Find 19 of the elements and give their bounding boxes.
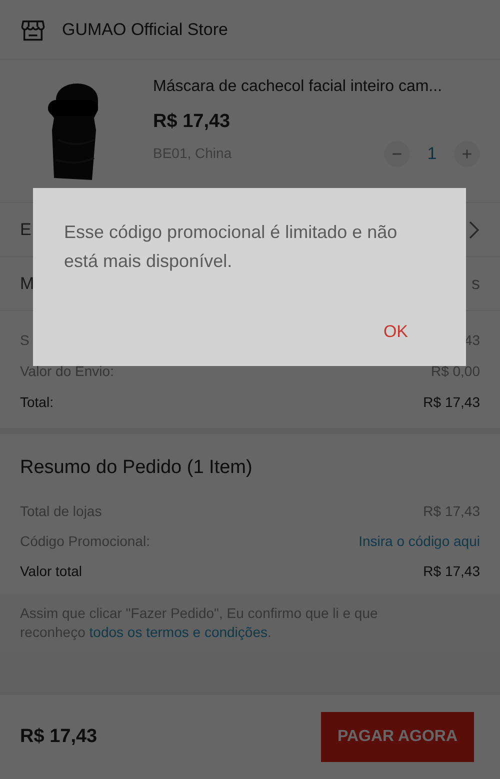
section-title: Resumo do Pedido (1 Item) [20, 456, 252, 480]
quantity-value: 1 [426, 142, 438, 165]
pay-now-button[interactable]: PAGAR AGORA [321, 712, 474, 762]
dialog-message: Esse código promocional é limitado e não está mais disponível. [64, 221, 398, 273]
promo-code-link[interactable]: Insira o código aqui [358, 530, 480, 552]
decrease-button[interactable]: − [384, 140, 410, 166]
row-value: R$ 17,43 [423, 393, 480, 412]
row-label: Valor total [20, 562, 82, 580]
row-value: R$ 17,43 [423, 562, 480, 580]
increase-button[interactable]: + [454, 140, 480, 166]
product-title[interactable]: Máscara de cachecol facial inteiro cam... [153, 75, 480, 99]
row-label: M [20, 272, 34, 295]
product-price: R$ 17,43 [153, 110, 232, 134]
footer-total: R$ 17,43 [20, 724, 98, 749]
terms-link[interactable]: todos os termos e condições [89, 624, 268, 640]
row-label: E [20, 218, 32, 241]
store-name[interactable]: GUMAO Official Store [62, 16, 228, 42]
ok-button[interactable]: OK [375, 314, 416, 348]
row-label: Total: [20, 393, 54, 412]
